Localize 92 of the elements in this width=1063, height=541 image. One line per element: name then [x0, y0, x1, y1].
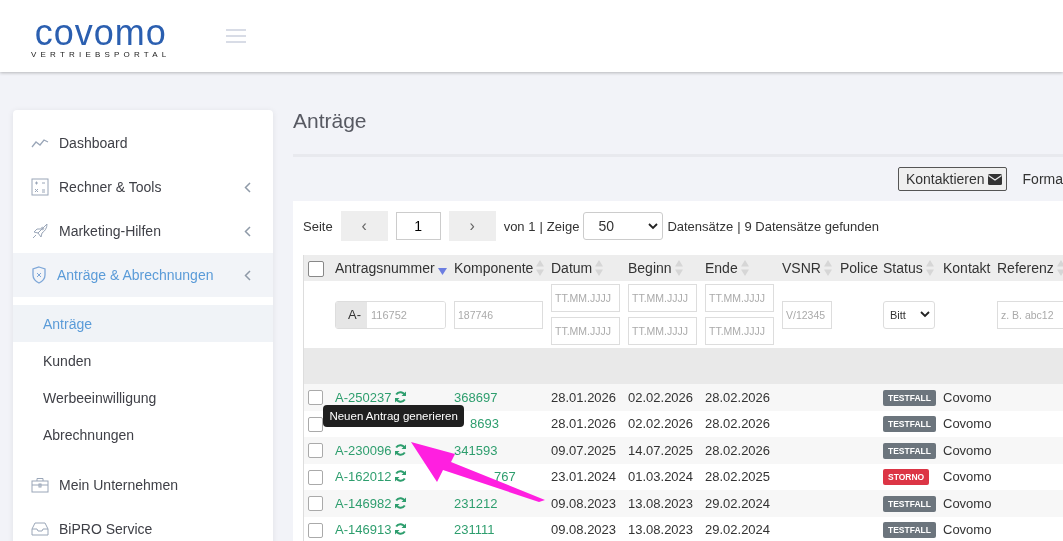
status-select[interactable]: Bitt [883, 300, 935, 329]
show-label: Zeige [546, 218, 580, 234]
sort-descending-icon[interactable] [437, 267, 447, 275]
table-cell: Covomo [943, 416, 992, 432]
date-field[interactable]: TT.MM.JJJJ [551, 284, 620, 312]
date-field[interactable]: TT.MM.JJJJ [628, 284, 697, 312]
table-cell: 28.02.2026 [705, 416, 771, 432]
table-cell: 13.08.2023 [628, 495, 694, 511]
table-cell: 09.08.2023 [551, 495, 617, 511]
filter-field[interactable]: 187746 [454, 300, 543, 329]
contact-button[interactable]: Kontaktieren [897, 167, 1007, 191]
page-title: Anträge [293, 110, 368, 132]
table-cell: 13.08.2023 [628, 522, 694, 538]
table-cell: Covomo [943, 389, 992, 405]
records-label: Datensätze [667, 218, 734, 234]
submenu-item[interactable]: Abrechnungen [13, 416, 273, 453]
row-checkbox[interactable] [308, 469, 323, 485]
table-cell: 09.08.2023 [551, 522, 617, 538]
date-field[interactable]: TT.MM.JJJJ [628, 317, 697, 345]
calculator-icon [31, 178, 49, 196]
envelope-icon [987, 173, 1002, 185]
inbox-icon [31, 522, 49, 536]
briefcase-icon [31, 477, 49, 493]
table-cell: 28.01.2026 [551, 389, 617, 405]
sidebar-item[interactable]: Mein Unternehmen [13, 463, 273, 507]
separator: | [539, 218, 543, 234]
page-label: Seite [303, 218, 333, 234]
refresh-icon[interactable] [394, 470, 408, 483]
submenu-item[interactable]: Werbeeinwilligung [13, 379, 273, 416]
application-link[interactable]: A-146913 [335, 522, 392, 538]
logo: covomo VERTRIEBSPORTAL [31, 17, 171, 59]
status-badge: TESTFALL [883, 442, 936, 459]
row-checkbox[interactable] [308, 416, 323, 432]
table-cell: 28.01.2026 [551, 416, 617, 432]
submenu-item[interactable]: Kunden [13, 342, 273, 379]
number-filter-field[interactable]: A- 116752 [335, 300, 446, 329]
table-cell: 02.02.2026 [628, 416, 694, 432]
table-cell: 28.02.2026 [705, 389, 771, 405]
sidebar-item[interactable]: Rechner & Tools [13, 165, 273, 209]
table-cell: Covomo [943, 442, 992, 458]
row-checkbox[interactable] [308, 390, 323, 406]
chevron-left-icon [244, 269, 251, 281]
status-badge: STORNO [883, 469, 930, 486]
sidebar-item[interactable]: BiPRO Service [13, 507, 273, 541]
line-chart-icon [31, 137, 49, 149]
table-cell: Covomo [943, 469, 992, 485]
filter-field[interactable]: z. B. abc12 [997, 300, 1063, 329]
row-checkbox[interactable] [308, 443, 323, 459]
date-field[interactable]: TT.MM.JJJJ [551, 317, 620, 345]
select-all-checkbox[interactable] [308, 260, 324, 277]
previous-page-button[interactable]: ‹ [340, 211, 388, 241]
tooltip: Neuen Antrag generieren [323, 404, 464, 427]
refresh-icon[interactable] [394, 523, 408, 536]
table-cell: Covomo [943, 495, 992, 511]
status-badge: TESTFALL [883, 522, 936, 539]
chevron-left-icon [244, 225, 251, 237]
page-size-select[interactable]: 50 [583, 212, 664, 240]
sidebar-item[interactable]: Dashboard [13, 121, 273, 165]
table-cell: 23.01.2024 [551, 469, 617, 485]
chevron-down-icon [920, 311, 930, 318]
table-cell: 28.02.2026 [705, 442, 771, 458]
table-cell: 01.03.2024 [628, 469, 694, 485]
page-field[interactable]: 1 [395, 212, 441, 240]
row-checkbox[interactable] [308, 522, 323, 538]
rocket-icon [31, 222, 49, 240]
filter-field[interactable]: V/12345 [782, 300, 832, 329]
date-field[interactable]: TT.MM.JJJJ [705, 284, 774, 312]
table-cell: 29.02.2024 [705, 522, 771, 538]
refresh-icon[interactable] [394, 390, 408, 403]
next-page-button[interactable]: › [448, 211, 496, 241]
table-cell: 28.02.2025 [705, 469, 771, 485]
table-cell: 02.02.2026 [628, 389, 694, 405]
table-cell: 14.07.2025 [628, 442, 694, 458]
chevron-left-icon [244, 181, 251, 193]
status-badge: TESTFALL [883, 495, 936, 512]
page-count: von 1 [503, 218, 536, 234]
refresh-icon[interactable] [394, 443, 408, 456]
row-checkbox[interactable] [308, 496, 323, 512]
status-badge: TESTFALL [883, 416, 936, 433]
table-cell: 09.07.2025 [551, 442, 617, 458]
menu-icon[interactable] [226, 28, 247, 44]
table-cell: 29.02.2024 [705, 495, 771, 511]
separator: | [737, 218, 741, 234]
status-badge: TESTFALL [883, 389, 936, 406]
date-field[interactable]: TT.MM.JJJJ [705, 317, 774, 345]
sidebar-item[interactable]: Marketing-Hilfen [13, 209, 273, 253]
table-cell: Covomo [943, 522, 992, 538]
format-label[interactable]: Forma [1022, 171, 1063, 187]
records-found: 9 Datensätze gefunden [744, 218, 879, 234]
chevron-down-icon [648, 222, 659, 230]
refresh-icon[interactable] [394, 496, 408, 509]
shield-icon [31, 266, 47, 284]
